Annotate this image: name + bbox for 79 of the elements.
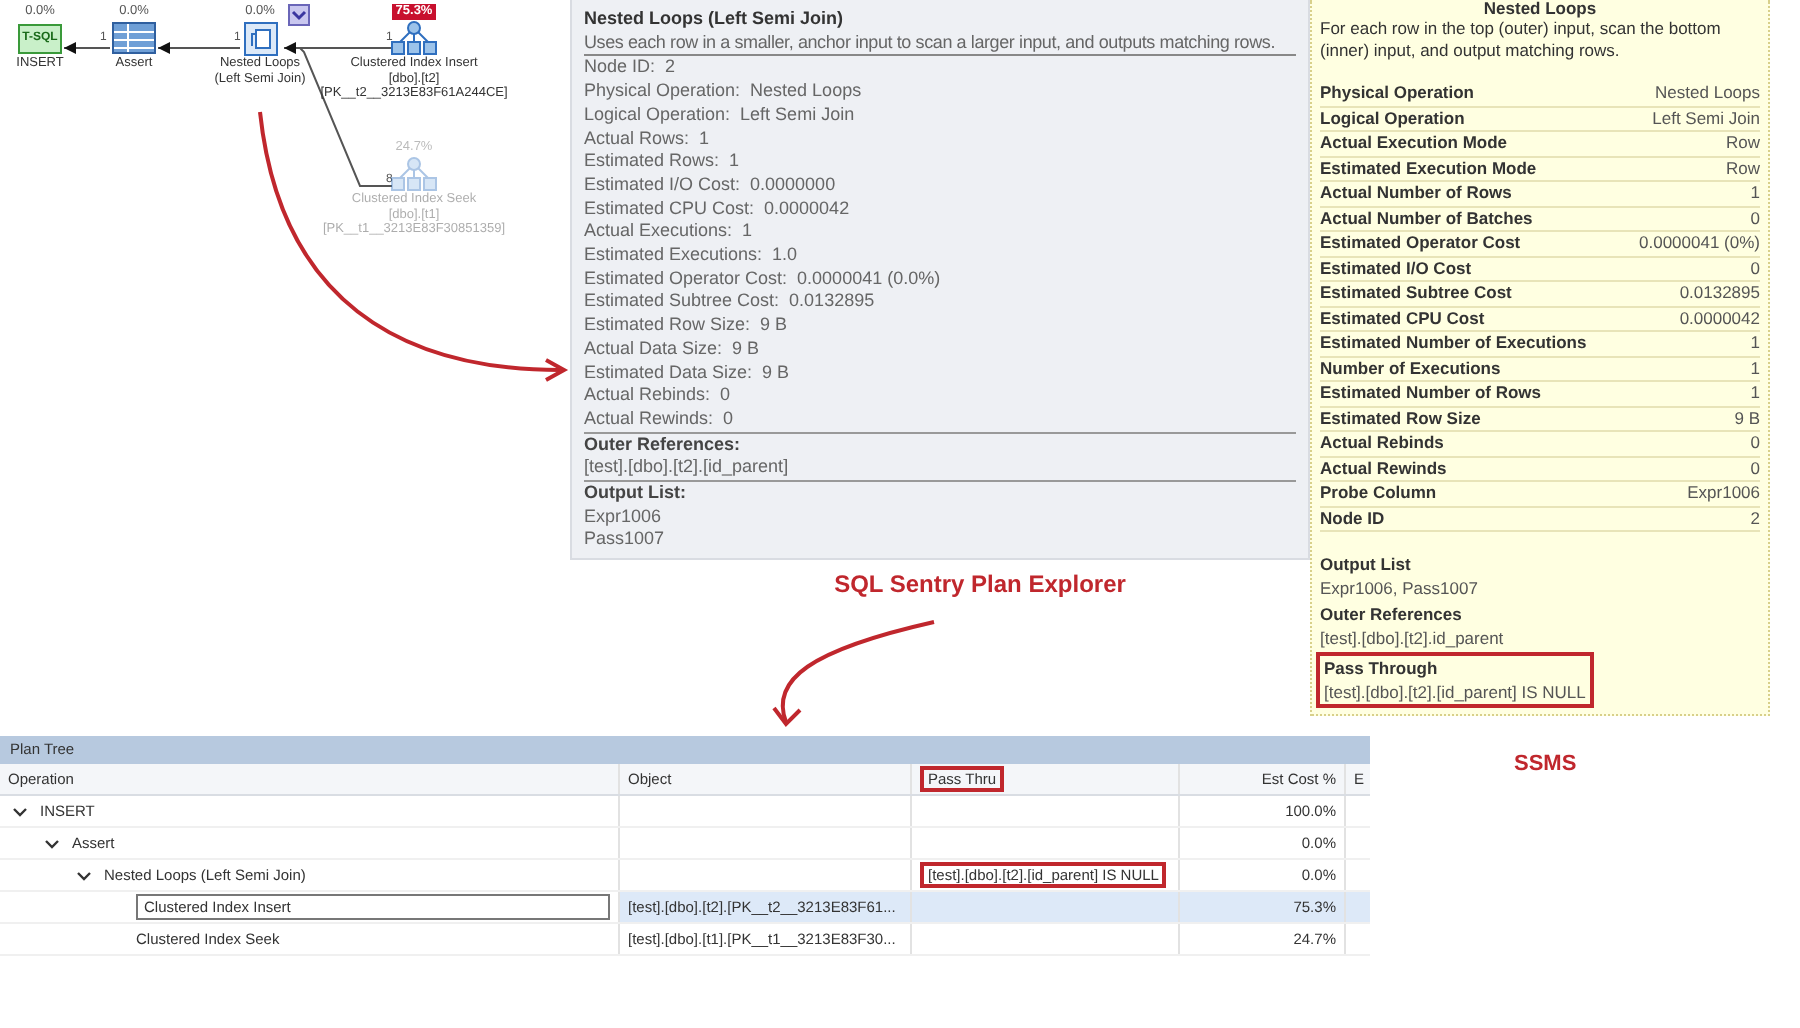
caption: SQL Sentry Plan Explorer [834, 570, 1126, 599]
property-line: Estimated Row Size: 9 B [584, 314, 790, 338]
property-value: 1 [1750, 382, 1760, 405]
property-line: Estimated I/O Cost: 0.0000000 [584, 173, 838, 198]
tooltip-title: Nested Loops [1481, 0, 1599, 18]
property-value: Row [1725, 157, 1760, 180]
property-value: 1 [1750, 357, 1760, 380]
property-label: Estimated Row Size [1320, 407, 1481, 430]
property-value: 0 [1750, 432, 1760, 455]
section-value: Pass1007 [584, 528, 667, 553]
tooltip-title: Nested Loops (Left Semi Join) [584, 8, 846, 32]
caret-icon[interactable] [12, 803, 28, 819]
property-value: 0.0000042 [1679, 307, 1760, 330]
property-line: Estimated Operator Cost: 0.0000041 (0.0%) [584, 267, 943, 291]
property-value: Row [1725, 132, 1760, 155]
property-value: 0.0132895 [1679, 282, 1760, 305]
section-heading: Output List: [584, 480, 1296, 506]
property-line: Estimated Data Size: 9 B [584, 361, 792, 385]
property-label: Node ID [1320, 507, 1385, 530]
dropdown-icon[interactable] [287, 4, 309, 26]
property-line: Estimated Rows: 1 [584, 150, 742, 174]
property-value: Nested Loops [1655, 82, 1760, 105]
connector-arrow [63, 42, 111, 54]
section-heading: Outer References [1320, 602, 1464, 626]
section-heading: Pass Through [1324, 656, 1440, 680]
tooltip-description: Uses each row in a smaller, anchor input to scan a larger input, and outputs matching rows. [584, 31, 1296, 57]
index-tree-icon[interactable] [388, 20, 440, 56]
property-label: Estimated Subtree Cost [1320, 282, 1512, 305]
tooltip-description: For each row in the top (outer) input, scan the bottom (inner) input, and output matching rows. [1320, 18, 1723, 62]
property-label: Physical Operation [1320, 82, 1474, 105]
property-line: Estimated Subtree Cost: 0.0132895 [584, 290, 877, 315]
property-label: Estimated Execution Mode [1320, 157, 1537, 180]
property-label: Logical Operation [1320, 107, 1465, 130]
property-value: 2 [1750, 507, 1760, 530]
connector-arrow [157, 42, 241, 54]
property-line: Actual Rows: 1 [584, 127, 712, 151]
section-heading: Output List [1320, 552, 1413, 576]
property-line: Physical Operation: Nested Loops [584, 80, 864, 104]
property-label: Estimated Number of Executions [1320, 332, 1587, 355]
property-line: Actual Rewinds: 0 [584, 407, 736, 432]
section-value: Expr1006, Pass1007 [1320, 576, 1480, 600]
caption: SSMS [1514, 752, 1577, 780]
property-line: Logical Operation: Left Semi Join [584, 103, 857, 128]
property-line: Estimated CPU Cost: 0.0000042 [584, 197, 852, 221]
table-cell [1346, 892, 1370, 922]
property-value: 1 [1750, 182, 1760, 205]
property-value: 1 [1750, 332, 1760, 355]
property-label: Probe Column [1320, 482, 1437, 505]
property-value: Expr1006 [1687, 482, 1760, 505]
property-value: 0 [1750, 257, 1760, 280]
property-line: Actual Data Size: 9 B [584, 337, 762, 362]
property-label: Actual Number of Batches [1320, 207, 1533, 230]
property-label: Number of Executions [1320, 357, 1501, 380]
property-value: 0 [1750, 457, 1760, 480]
property-line: Node ID: 2 [584, 56, 678, 81]
property-label: Estimated Number of Rows [1320, 382, 1542, 405]
caret-icon[interactable] [76, 867, 92, 883]
table-icon[interactable] [112, 22, 156, 54]
property-label: Estimated I/O Cost [1320, 257, 1472, 280]
section-heading: Outer References: [584, 431, 1296, 457]
section-value: [test].[dbo].[t2].id_parent [1320, 626, 1506, 650]
property-line: Estimated Executions: 1.0 [584, 244, 800, 268]
property-line: Actual Rebinds: 0 [584, 384, 733, 408]
property-value: 0.0000041 (0%) [1639, 232, 1760, 255]
section-value: Expr1006 [584, 505, 664, 529]
property-value: 9 B [1734, 407, 1760, 430]
property-label: Actual Rebinds [1320, 432, 1444, 455]
property-line: Actual Executions: 1 [584, 220, 755, 245]
property-value: 0 [1750, 207, 1760, 230]
property-label: Actual Rewinds [1320, 457, 1447, 480]
caret-icon[interactable] [44, 835, 60, 851]
loop-icon[interactable] [243, 21, 277, 55]
property-label: Estimated Operator Cost [1320, 232, 1521, 255]
property-label: Actual Number of Rows [1320, 182, 1512, 205]
section-value: [test].[dbo].[t2].[id_parent] IS NULL [1324, 680, 1586, 704]
property-value: Left Semi Join [1652, 107, 1760, 130]
section-value: [test].[dbo].[t2].[id_parent] [584, 456, 791, 481]
property-label: Estimated CPU Cost [1320, 307, 1485, 330]
property-label: Actual Execution Mode [1320, 132, 1508, 155]
